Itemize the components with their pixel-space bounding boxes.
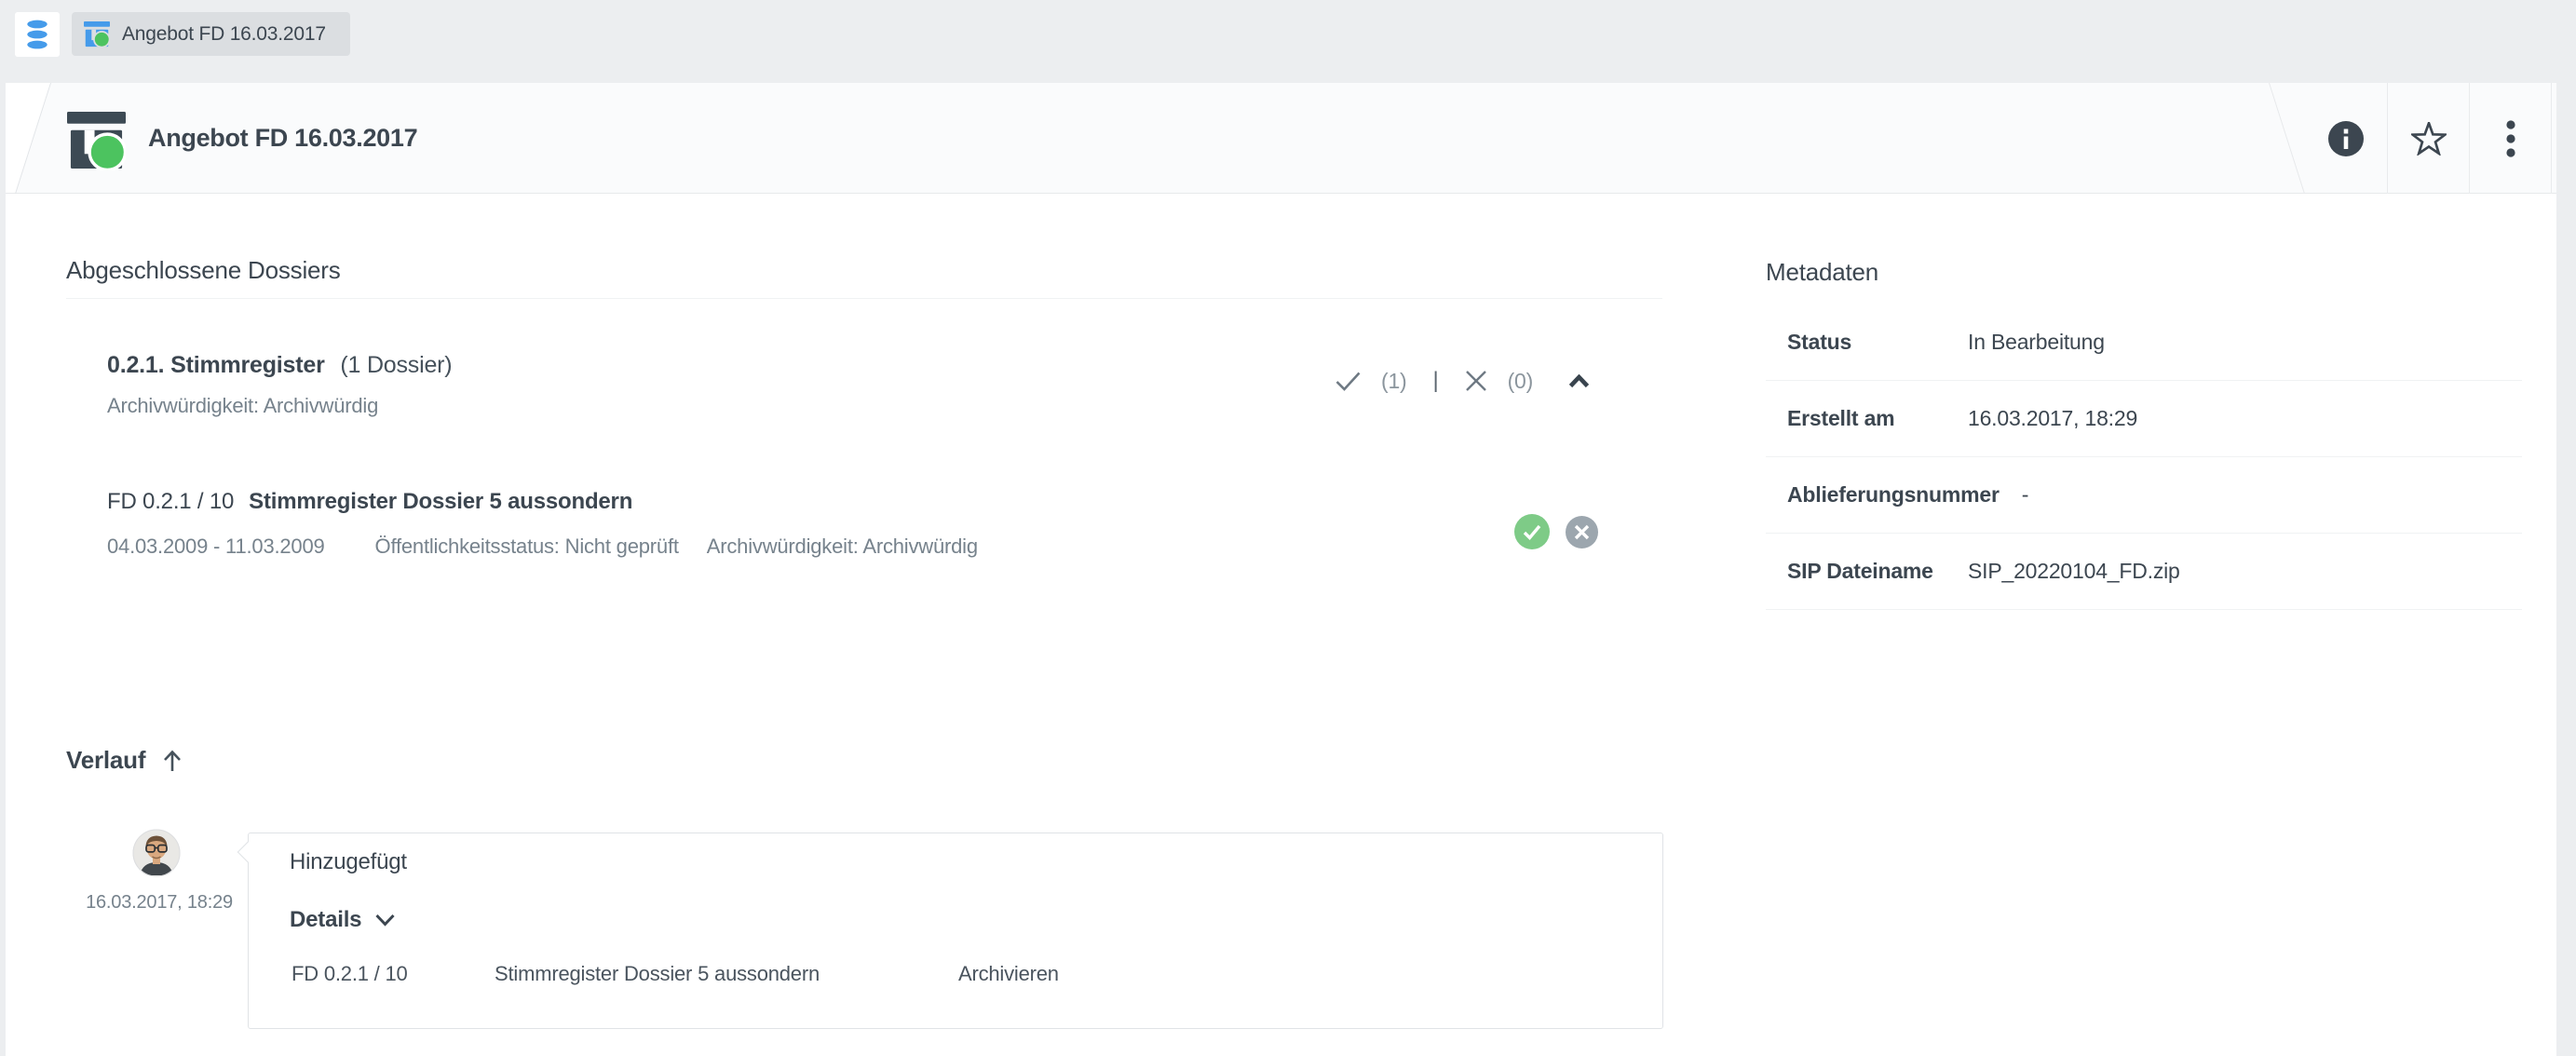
approve-dossier-button[interactable] <box>1514 514 1550 549</box>
detail-dossier-action: Archivieren <box>958 962 1059 986</box>
history-entry-timestamp: 16.03.2017, 18:29 <box>71 892 248 914</box>
info-icon <box>2327 120 2365 157</box>
metadata-row-sip-filename: SIP Dateiname SIP_20220104_FD.zip <box>1766 534 2522 610</box>
count-separator: | <box>1433 368 1439 394</box>
app-window: Angebot FD 16.03.2017 Angebot FD 16.03.2… <box>0 0 2576 1056</box>
repository-group-title: 0.2.1. Stimmregister (1 Dossier) <box>107 352 452 379</box>
reject-all-button[interactable] <box>1465 370 1487 392</box>
page-right-margin <box>2556 0 2576 1056</box>
section-title-closed-dossiers: Abgeschlossene Dossiers <box>66 256 341 285</box>
section-history-header: Verlauf <box>66 746 184 775</box>
metadata-row-delivery-number: Ablieferungsnummer - <box>1766 457 2522 534</box>
browser-tab-bar: Angebot FD 16.03.2017 <box>0 0 2576 83</box>
dossier-row-meta: 04.03.2009 - 11.03.2009 Öffentlichkeitsst… <box>107 535 978 559</box>
check-circle-green-icon <box>1514 514 1550 549</box>
dossier-date-range: 04.03.2009 - 11.03.2009 <box>107 535 325 558</box>
offer-box-icon <box>84 21 110 47</box>
star-icon <box>2411 122 2447 156</box>
section-title-metadata: Metadaten <box>1766 258 1878 287</box>
metadata-value: - <box>2022 482 2028 508</box>
favorite-button[interactable] <box>2387 83 2469 194</box>
metadata-table: Status In Bearbeitung Erstellt am 16.03.… <box>1766 305 2522 610</box>
x-icon <box>1465 370 1487 392</box>
chevron-down-icon <box>374 914 396 927</box>
tab-angebot[interactable]: Angebot FD 16.03.2017 <box>72 12 350 56</box>
approve-all-button[interactable] <box>1335 372 1361 391</box>
dossier-reference: FD 0.2.1 / 10 <box>107 489 234 514</box>
approved-count: (1) <box>1381 369 1407 394</box>
group-archival-value: Archivwürdigkeit: Archivwürdig <box>107 394 378 418</box>
dossier-row-title: FD 0.2.1 / 10 Stimmregister Dossier 5 aus… <box>107 489 632 515</box>
metadata-value: 16.03.2017, 18:29 <box>1968 406 2137 431</box>
rejected-count: (0) <box>1508 369 1534 394</box>
collapse-group-button[interactable] <box>1568 374 1590 388</box>
tab-angebot-label: Angebot FD 16.03.2017 <box>122 23 326 46</box>
database-icon <box>25 19 49 50</box>
group-title-text: 0.2.1. Stimmregister <box>107 352 325 378</box>
dossier-title: Stimmregister Dossier 5 aussondern <box>249 489 632 514</box>
offer-box-icon-large <box>67 112 126 170</box>
avatar <box>132 829 181 877</box>
x-circle-gray-icon <box>1566 516 1598 548</box>
section-divider <box>66 298 1662 299</box>
metadata-label: Erstellt am <box>1787 406 1946 431</box>
details-toggle[interactable]: Details <box>290 907 396 933</box>
kebab-menu-icon <box>2505 119 2516 158</box>
history-entry-action: Hinzugefügt <box>290 849 407 875</box>
chevron-up-icon <box>1568 374 1590 388</box>
content-page: Angebot FD 16.03.2017 <box>6 83 2556 1056</box>
group-dossier-count: (1 Dossier) <box>340 352 452 378</box>
group-appraisal-controls: (1) | (0) <box>1335 365 1590 397</box>
history-entry-card: Hinzugefügt Details FD 0.2.1 / 10 Stimmr… <box>248 833 1663 1029</box>
check-icon <box>1335 372 1361 391</box>
metadata-label: SIP Dateiname <box>1787 559 1946 584</box>
metadata-label: Status <box>1787 330 1946 355</box>
detail-dossier-title: Stimmregister Dossier 5 aussondern <box>495 962 820 986</box>
metadata-row-created: Erstellt am 16.03.2017, 18:29 <box>1766 381 2522 457</box>
sort-history-button[interactable] <box>160 748 184 774</box>
page-header: Angebot FD 16.03.2017 <box>6 83 2556 194</box>
dossier-appraisal-status <box>1514 514 1598 549</box>
more-actions-button[interactable] <box>2469 83 2552 194</box>
info-button[interactable] <box>2305 83 2387 194</box>
section-title-history: Verlauf <box>66 746 145 775</box>
page-title: Angebot FD 16.03.2017 <box>148 83 417 194</box>
metadata-value: SIP_20220104_FD.zip <box>1968 559 2180 584</box>
dossier-archival-value: Archivwürdigkeit: Archivwürdig <box>707 535 978 558</box>
metadata-label: Ablieferungsnummer <box>1787 482 2000 508</box>
reject-dossier-button[interactable] <box>1566 516 1598 548</box>
metadata-row-status: Status In Bearbeitung <box>1766 305 2522 381</box>
detail-dossier-reference: FD 0.2.1 / 10 <box>291 962 408 986</box>
history-detail-row: FD 0.2.1 / 10 Stimmregister Dossier 5 au… <box>249 962 1662 994</box>
dossier-public-status: Öffentlichkeitsstatus: Nicht geprüft <box>375 535 679 558</box>
tab-home[interactable] <box>15 12 60 57</box>
details-toggle-label: Details <box>290 907 361 933</box>
metadata-value: In Bearbeitung <box>1968 330 2105 355</box>
arrow-up-icon <box>160 748 184 774</box>
